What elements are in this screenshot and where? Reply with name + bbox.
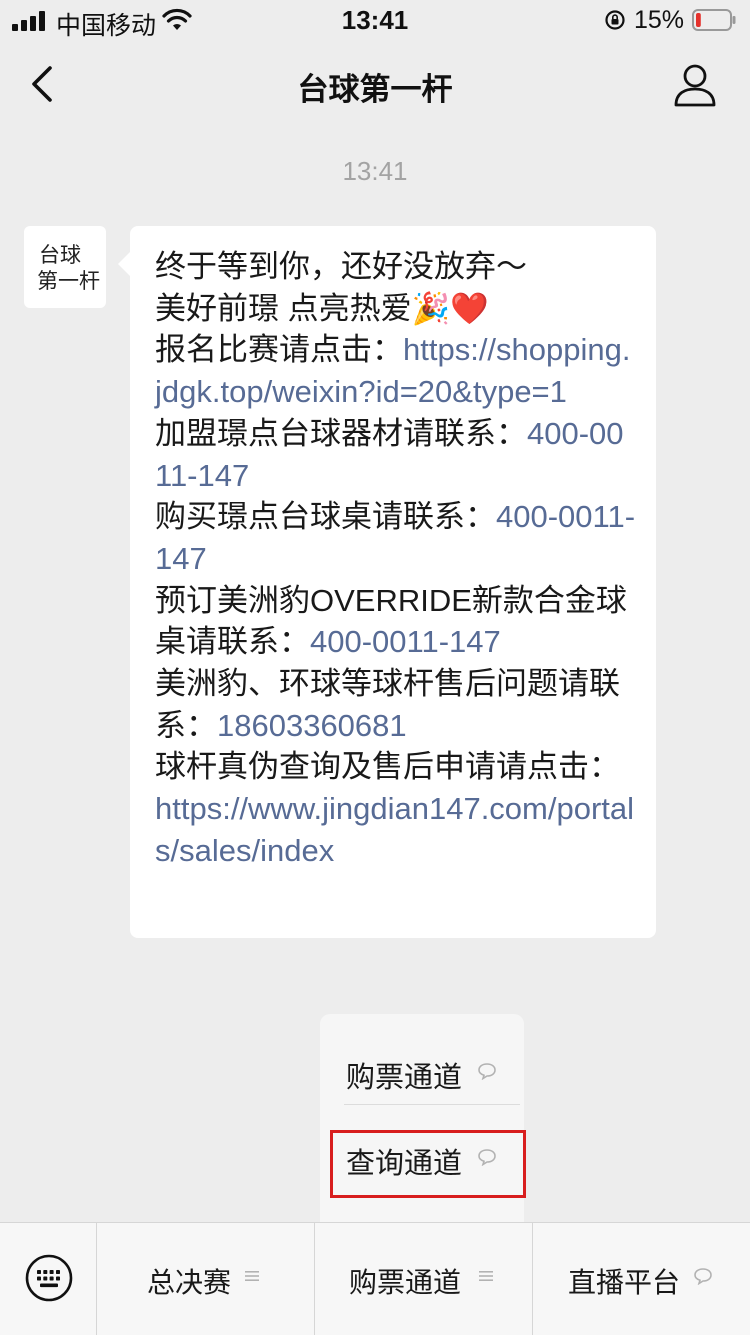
battery-icon	[692, 9, 736, 31]
battery-percent: 15%	[634, 6, 685, 34]
message-reserve: 预订美洲豹OVERRIDE新款合金球桌请联系：400-0011-147	[155, 580, 636, 663]
tab-label: 总决赛	[147, 1267, 232, 1298]
message-aftersale: 美洲豹、环球等球杆售后问题请联系：18603360681	[155, 663, 636, 746]
nav-bar: 台球第一杆	[0, 40, 750, 128]
tab-live-platform[interactable]: 直播平台	[533, 1223, 750, 1335]
message-verify: 球杆真伪查询及售后申请请点击： https://www.jingdian147.c…	[155, 746, 636, 871]
aftersale-phone-link[interactable]: 18603360681	[217, 708, 407, 743]
tab-finals[interactable]: 总决赛	[97, 1223, 314, 1335]
person-icon[interactable]	[672, 62, 718, 108]
message-franchise: 加盟璟点台球器材请联系：400-0011-147	[155, 413, 636, 496]
message-timestamp: 13:41	[342, 156, 408, 186]
submenu-item-ticket[interactable]: 购票通道	[346, 1046, 516, 1096]
speech-bubble-icon	[694, 1268, 712, 1285]
bubble-tail	[118, 252, 130, 276]
franchise-label: 加盟璟点台球器材请联系：	[155, 415, 527, 451]
keyboard-icon	[25, 1254, 73, 1302]
avatar[interactable]: 台球 第一杆	[24, 226, 106, 308]
submenu-item-label: 购票通道	[346, 1062, 463, 1094]
avatar-text-top: 台球	[39, 243, 81, 267]
reserve-phone-link[interactable]: 400-0011-147	[310, 624, 501, 659]
message-signup: 报名比赛请点击：https://shopping.jdgk.top/weixin…	[155, 329, 636, 412]
speech-bubble-icon	[478, 1063, 496, 1080]
rotation-lock-icon	[605, 10, 625, 30]
keyboard-toggle-button[interactable]	[0, 1223, 96, 1335]
chat-title: 台球第一杆	[297, 72, 453, 107]
status-bar: 中国移动 13:41 15%	[0, 0, 750, 40]
party-heart-emoji: 🎉❤️	[411, 290, 489, 326]
message-line-slogan: 美好前璟 点亮热爱🎉❤️	[155, 288, 636, 330]
tab-label: 购票通道	[349, 1267, 462, 1298]
avatar-text-bottom: 第一杆	[37, 269, 100, 293]
highlight-annotation-box	[330, 1130, 526, 1198]
tab-ticket-channel[interactable]: 购票通道	[315, 1223, 532, 1335]
avatar-logo: 台球 第一杆	[37, 243, 100, 293]
verify-label: 球杆真伪查询及售后申请请点击：	[155, 749, 620, 785]
menu-lines-icon	[245, 1271, 259, 1281]
message-bubble[interactable]: 终于等到你，还好没放弃～ 美好前璟 点亮热爱🎉❤️ 报名比赛请点击：https:…	[118, 226, 656, 938]
signup-label: 报名比赛请点击：	[155, 332, 403, 368]
bottom-menu-bar: 总决赛 购票通道 直播平台	[0, 1222, 750, 1335]
slogan-text: 美好前璟 点亮热爱	[155, 290, 412, 326]
message-line-greeting: 终于等到你，还好没放弃～	[155, 249, 527, 284]
submenu-divider	[344, 1104, 520, 1105]
buy-label: 购买璟点台球桌请联系：	[155, 499, 496, 535]
verify-link[interactable]: https://www.jingdian147.com/portals/sale…	[155, 791, 634, 868]
menu-lines-icon	[479, 1271, 493, 1281]
message-buy: 购买璟点台球桌请联系：400-0011-147	[155, 496, 636, 579]
tab-label: 直播平台	[568, 1267, 681, 1298]
